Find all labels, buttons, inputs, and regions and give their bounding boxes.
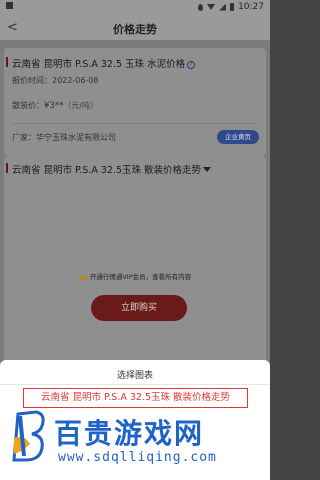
price-unit: （元/吨）	[63, 101, 99, 110]
status-right: 10:27	[198, 2, 264, 12]
buy-now-button[interactable]: 立即购买	[91, 295, 187, 321]
date-label: 报价时间：	[12, 76, 52, 85]
battery-icon	[230, 3, 235, 11]
signal-icon	[219, 3, 227, 11]
trend-title[interactable]: 云南省 昆明市 P.S.A 32.5玉珠 散装价格走势	[5, 162, 212, 176]
wifi-icon	[207, 4, 216, 10]
maker-name: 华宁玉珠水泥有限公司	[36, 133, 116, 142]
sheet-title: 选择图表	[116, 371, 153, 381]
price-label: 散装价：	[12, 101, 44, 110]
date-value: 2022-06-08	[52, 76, 99, 85]
watermark-logo-icon	[12, 410, 45, 462]
trend-title-text: 云南省 昆明市 P.S.A 32.5玉珠 散装价格走势	[12, 165, 202, 176]
vip-text: 开通行情通VIP会员，查看所有内容	[89, 273, 192, 281]
watermark-url: www.sdqlliqing.com	[58, 450, 217, 465]
divider	[12, 123, 258, 124]
help-icon[interactable]: ?	[187, 61, 196, 69]
quote-date-row: 报价时间：2022-06-08	[12, 75, 99, 86]
watermark: 百贵游戏网 www.sdqlliqing.com	[0, 400, 270, 480]
product-card: 云南省 昆明市 P.S.A 32.5 玉珠 水泥价格? 报价时间：2022-06…	[4, 48, 266, 156]
maker-row: 厂家：华宁玉珠水泥有限公司	[12, 132, 116, 143]
price-row: 散装价：¥3**（元/吨）	[12, 100, 98, 111]
vip-prompt: 开通行情通VIP会员，查看所有内容	[4, 271, 266, 281]
status-bar: 10:27	[0, 0, 270, 16]
sheet-divider	[0, 384, 270, 385]
product-title-text: 云南省 昆明市 P.S.A 32.5 玉珠 水泥价格	[12, 59, 186, 70]
trend-card: 云南省 昆明市 P.S.A 32.5玉珠 散装价格走势 开通行情通VIP会员，查…	[4, 156, 266, 376]
caret-down-icon	[203, 167, 212, 172]
location-icon	[198, 3, 204, 11]
image-icon	[6, 2, 13, 9]
price-value: ¥3**	[44, 101, 64, 111]
maker-label: 厂家：	[12, 133, 36, 142]
page-title: 价格走势	[113, 23, 157, 36]
watermark-title: 百贵游戏网	[54, 417, 205, 450]
yellow-pages-button[interactable]: 企业黄页	[217, 130, 259, 144]
product-title: 云南省 昆明市 P.S.A 32.5 玉珠 水泥价格?	[5, 56, 196, 70]
crown-icon	[78, 274, 87, 280]
status-time: 10:27	[238, 2, 264, 12]
status-left	[6, 2, 13, 12]
nav-bar: < 价格走势	[0, 16, 270, 40]
